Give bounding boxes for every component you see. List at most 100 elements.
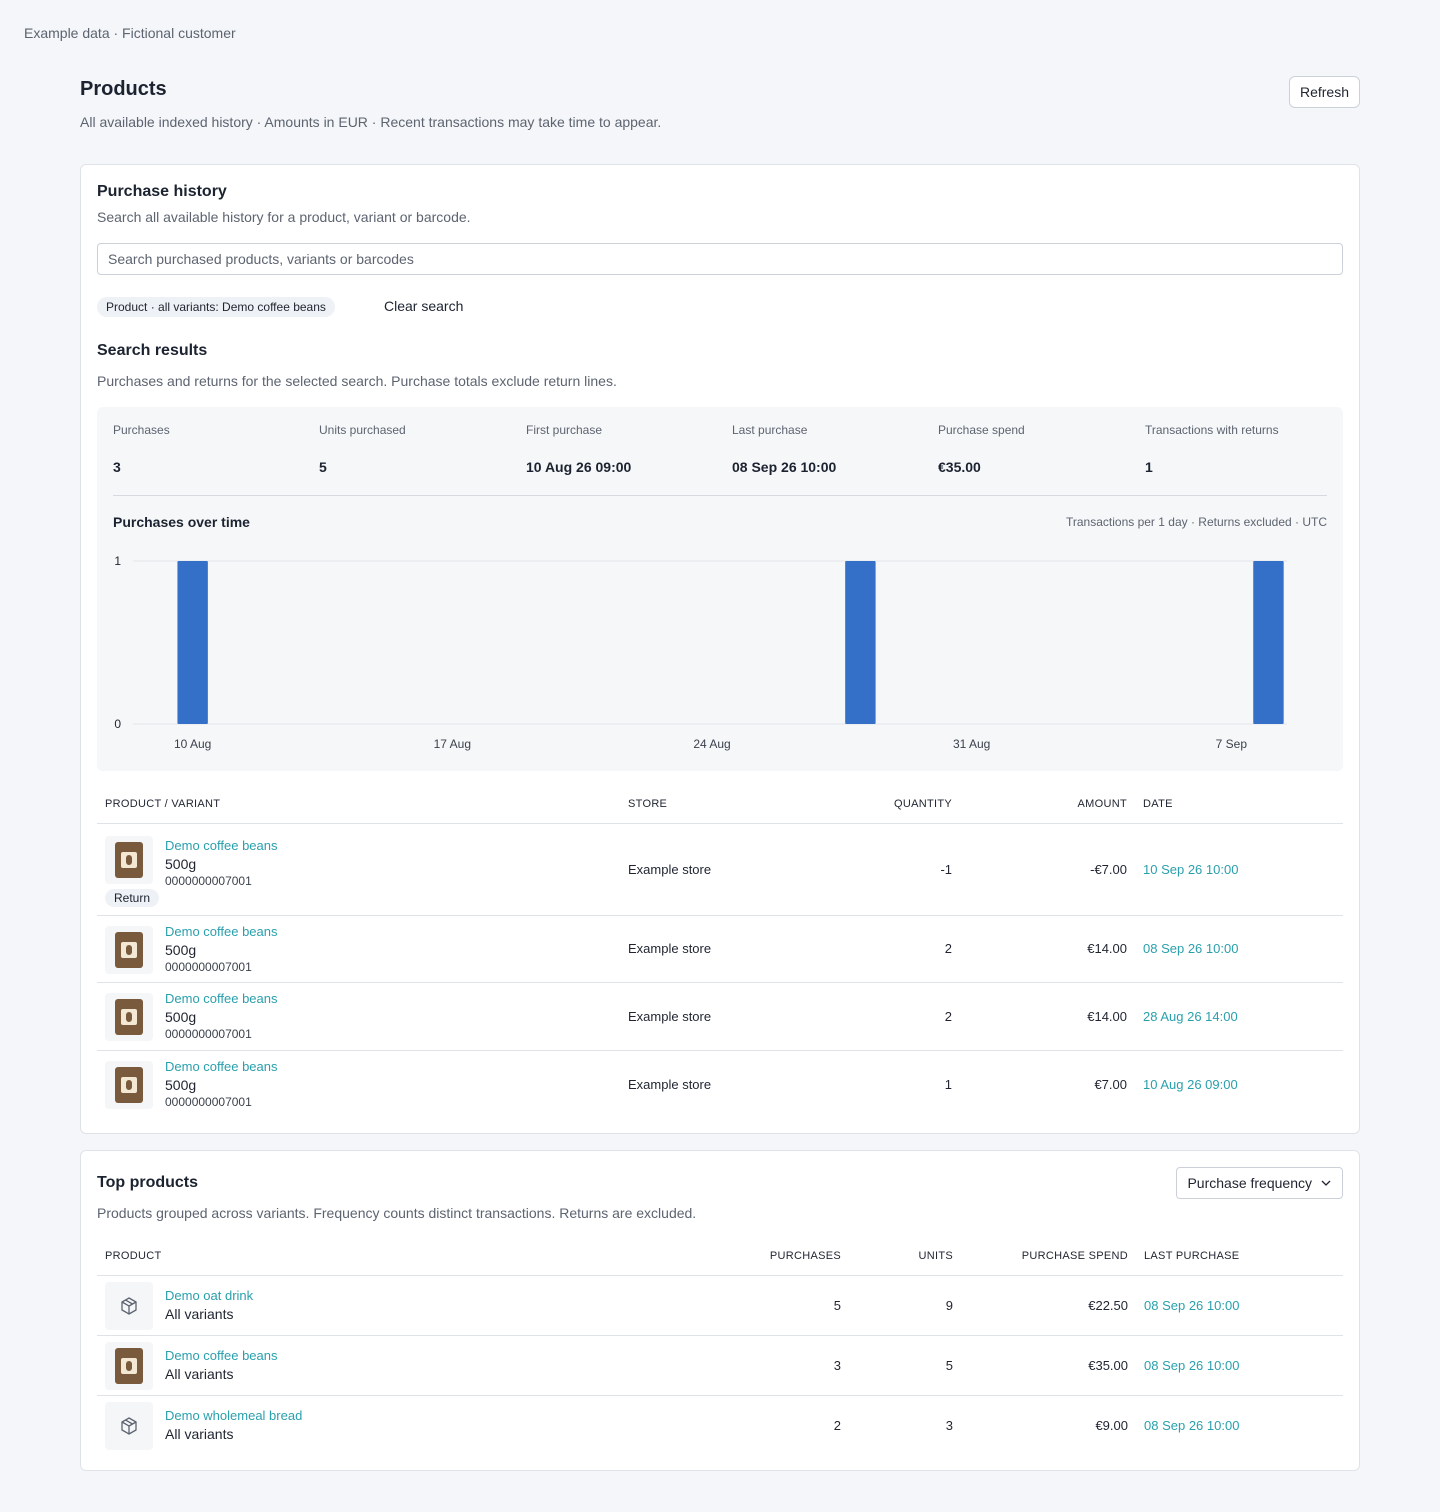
stat-last-purchase: Last purchase 08 Sep 26 10:00 <box>732 423 932 475</box>
spend-cell: €35.00 <box>961 1335 1136 1396</box>
column-header-purchases: Purchases <box>737 1237 849 1276</box>
x-tick-label: 17 Aug <box>434 737 471 751</box>
table-row[interactable]: Demo oat drink All variants 5 9 €22.50 0… <box>97 1275 1343 1336</box>
column-header-amount: Amount <box>960 785 1135 824</box>
stat-value: €35.00 <box>938 459 981 475</box>
spend-cell: €22.50 <box>961 1275 1136 1336</box>
stat-label: Purchases <box>113 423 170 437</box>
column-header-store: Store <box>620 785 810 824</box>
stat-value: 1 <box>1145 459 1153 475</box>
page-header: Products All available indexed history ·… <box>80 76 1360 136</box>
coffee-bag-icon <box>115 1347 143 1384</box>
purchases-cell: 2 <box>833 1417 841 1433</box>
table-row[interactable]: Demo coffee beans 500g 0000000007001 Ret… <box>97 823 1343 916</box>
product-barcode: 0000000007001 <box>165 874 252 888</box>
product-thumbnail <box>105 835 153 884</box>
stat-first-purchase: First purchase 10 Aug 26 09:00 <box>526 423 726 475</box>
product-variant: 500g <box>165 941 197 958</box>
product-link[interactable]: Demo coffee beans <box>165 838 612 853</box>
refresh-button[interactable]: Refresh <box>1288 76 1360 108</box>
date-link[interactable]: 08 Sep 26 10:00 <box>1135 915 1343 983</box>
return-badge: Return <box>105 888 160 907</box>
breadcrumb: Example data · Fictional customer <box>24 25 236 41</box>
last-purchase-link[interactable]: 08 Sep 26 10:00 <box>1136 1335 1343 1396</box>
date-link[interactable]: 10 Sep 26 10:00 <box>1135 823 1343 916</box>
stat-label: Transactions with returns <box>1145 423 1279 437</box>
chart-bar <box>845 561 876 724</box>
table-row[interactable]: Demo coffee beans 500g 0000000007001 Exa… <box>97 1050 1343 1118</box>
results-summary: Purchases 3 Units purchased 5 First purc… <box>97 407 1343 771</box>
search-input[interactable] <box>97 243 1343 275</box>
box-icon <box>121 1416 137 1435</box>
sort-select[interactable]: Purchase frequency <box>1176 1167 1343 1199</box>
search-results-description: Purchases and returns for the selected s… <box>97 373 617 389</box>
product-barcode: 0000000007001 <box>165 1027 252 1041</box>
purchases-over-time-chart: 0 1 10 Aug 17 Aug 24 Aug 31 Aug 7 Sep <box>114 554 1287 751</box>
column-header-units: Units <box>849 1237 961 1276</box>
chart-bar <box>1253 561 1284 724</box>
purchase-history-description: Search all available history for a produ… <box>97 209 471 225</box>
amount-cell: €7.00 <box>1094 1076 1127 1092</box>
table-row[interactable]: Demo coffee beans 500g 0000000007001 Exa… <box>97 915 1343 983</box>
table-row[interactable]: Demo wholemeal bread All variants 2 3 €9… <box>97 1395 1343 1455</box>
product-variant: All variants <box>165 1306 234 1322</box>
product-cell: Demo coffee beans 500g 0000000007001 <box>97 982 620 1051</box>
product-cell: Demo wholemeal bread All variants <box>97 1395 737 1455</box>
stat-value: 08 Sep 26 10:00 <box>732 459 837 475</box>
product-cell: Demo coffee beans 500g 0000000007001 Ret… <box>97 823 620 916</box>
coffee-bag-icon <box>115 931 143 968</box>
chart-note: Transactions per 1 day · Returns exclude… <box>1066 515 1327 529</box>
table-header-row: Product Purchases Units Purchase spend L… <box>97 1237 1343 1276</box>
column-header-purchase-spend: Purchase spend <box>961 1237 1136 1276</box>
amount-cell: €14.00 <box>960 915 1135 983</box>
coffee-bag-icon <box>115 998 143 1035</box>
spend-cell: €9.00 <box>1095 1417 1128 1433</box>
search-filter-chip[interactable]: Product · all variants: Demo coffee bean… <box>97 297 335 317</box>
chart-title: Purchases over time <box>113 514 250 530</box>
stat-value: 5 <box>319 459 327 475</box>
product-cell: Demo coffee beans All variants <box>97 1335 737 1396</box>
x-tick-label: 10 Aug <box>174 737 211 751</box>
last-purchase-link[interactable]: 08 Sep 26 10:00 <box>1136 1275 1343 1336</box>
product-link[interactable]: Demo coffee beans <box>165 924 612 939</box>
clear-search-button[interactable]: Clear search <box>384 298 463 314</box>
product-variant: 500g <box>165 1077 197 1094</box>
units-cell: 3 <box>945 1417 953 1433</box>
product-variant: All variants <box>165 1426 234 1443</box>
table-header-row: Product / variant Store Quantity Amount … <box>97 785 1343 824</box>
store-cell: Example store <box>620 915 810 983</box>
last-purchase-link[interactable]: 08 Sep 26 10:00 <box>1136 1395 1343 1455</box>
page-title: Products <box>80 78 167 100</box>
amount-cell: €14.00 <box>960 982 1135 1051</box>
units-cell: 9 <box>849 1275 961 1336</box>
product-variant: 500g <box>165 856 197 872</box>
stat-purchases: Purchases 3 <box>113 423 313 475</box>
store-cell: Example store <box>620 823 810 916</box>
top-products-description: Products grouped across variants. Freque… <box>97 1205 697 1221</box>
column-header-product: Product / variant <box>97 785 620 824</box>
date-link[interactable]: 28 Aug 26 14:00 <box>1135 982 1343 1051</box>
coffee-bag-icon <box>115 1066 143 1103</box>
purchases-cell: 3 <box>737 1335 849 1396</box>
column-header-date: Date <box>1135 785 1343 824</box>
product-link[interactable]: Demo wholemeal bread <box>165 1408 729 1423</box>
product-thumbnail <box>105 925 153 974</box>
store-cell: Example store <box>620 982 810 1051</box>
quantity-cell: 2 <box>810 982 960 1051</box>
purchase-history-title: Purchase history <box>97 183 227 200</box>
product-link[interactable]: Demo coffee beans <box>165 991 612 1006</box>
date-link[interactable]: 10 Aug 26 09:00 <box>1135 1050 1343 1118</box>
product-link[interactable]: Demo coffee beans <box>165 1059 612 1074</box>
table-row[interactable]: Demo coffee beans All variants 3 5 €35.0… <box>97 1335 1343 1396</box>
stat-label: Units purchased <box>319 423 406 437</box>
product-link[interactable]: Demo oat drink <box>165 1288 729 1303</box>
product-cell: Demo coffee beans 500g 0000000007001 <box>97 1050 620 1118</box>
stat-label: Purchase spend <box>938 423 1025 437</box>
table-row[interactable]: Demo coffee beans 500g 0000000007001 Exa… <box>97 982 1343 1051</box>
chart-bar <box>177 561 208 724</box>
product-link[interactable]: Demo coffee beans <box>165 1348 729 1363</box>
top-products-card: Top products Products grouped across var… <box>80 1150 1360 1471</box>
stat-value: 10 Aug 26 09:00 <box>526 459 632 475</box>
column-header-quantity: Quantity <box>810 785 960 824</box>
stat-units-purchased: Units purchased 5 <box>319 423 519 475</box>
